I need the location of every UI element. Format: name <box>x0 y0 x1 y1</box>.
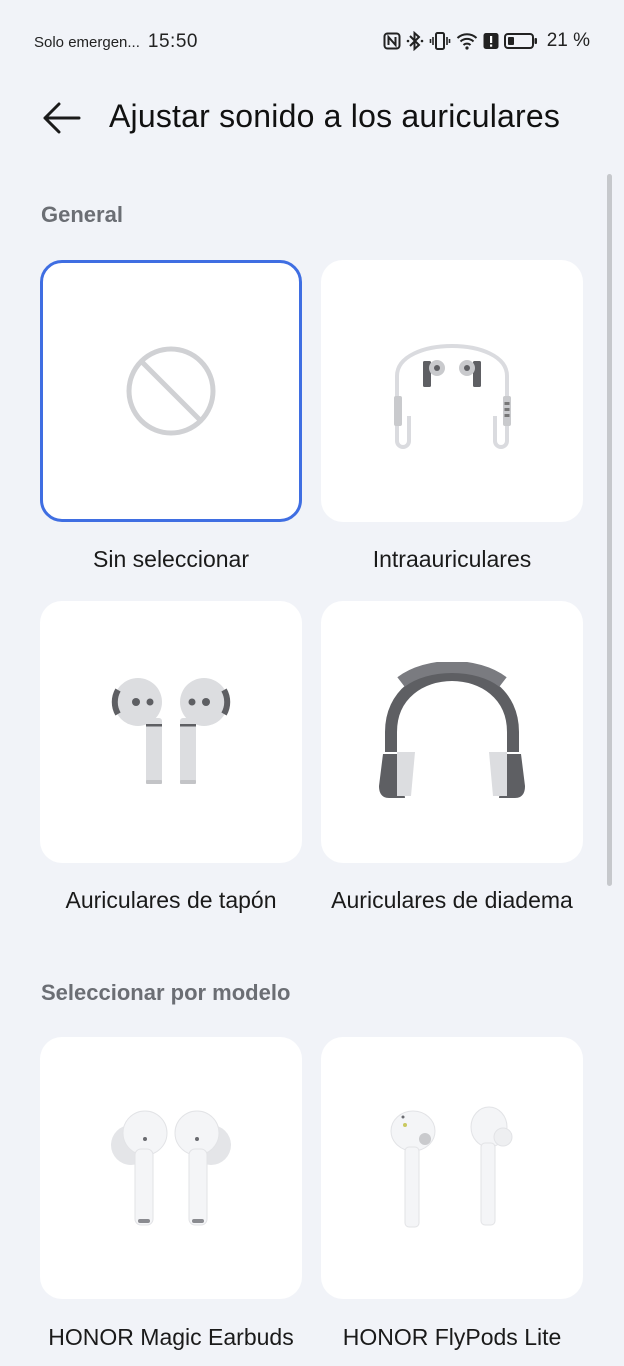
model-honor-magic-earbuds[interactable] <box>40 1037 302 1299</box>
battery-percent: 21 % <box>546 30 590 51</box>
option-label: Auriculares de diadema <box>331 887 573 913</box>
option-label: Auriculares de tapón <box>65 887 277 913</box>
option-label: Intraauriculares <box>372 546 532 572</box>
option-intraauriculares[interactable] <box>321 260 583 522</box>
app-bar: Ajustar sonido a los auriculares <box>0 84 624 154</box>
model-label: HONOR FlyPods Lite <box>342 1324 562 1350</box>
battery-icon <box>503 32 538 50</box>
option-auriculares-de-tapon[interactable] <box>40 601 302 863</box>
nfc-icon <box>383 32 401 50</box>
alert-icon <box>483 32 499 50</box>
model-honor-flypods-lite[interactable] <box>321 1037 583 1299</box>
status-bar: Solo emergen... 15:50 21 % <box>0 0 624 84</box>
clock-text: 15:50 <box>147 31 198 52</box>
earbuds-icon <box>111 678 231 784</box>
headband-headphones-icon <box>379 662 525 798</box>
scrollbar[interactable] <box>607 174 612 886</box>
honor-magic-earbuds-icon <box>111 1110 231 1226</box>
vibrate-icon <box>429 31 451 51</box>
no-selection-icon <box>126 346 216 436</box>
back-button[interactable] <box>38 98 84 138</box>
option-auriculares-de-diadema[interactable] <box>321 601 583 863</box>
in-ear-wired-icon <box>394 344 511 449</box>
honor-flypods-lite-icon <box>390 1106 513 1228</box>
bluetooth-icon <box>406 31 424 51</box>
model-label: HONOR Magic Earbuds <box>48 1324 294 1350</box>
section-title-por-modelo: Seleccionar por modelo <box>41 980 291 1005</box>
section-title-general: General <box>41 202 123 227</box>
wifi-icon <box>456 32 478 50</box>
carrier-text: Solo emergen... <box>34 34 140 51</box>
arrow-left-icon <box>43 102 81 134</box>
page-title: Ajustar sonido a los auriculares <box>109 98 561 134</box>
option-sin-seleccionar[interactable] <box>40 260 302 522</box>
option-label: Sin seleccionar <box>93 546 249 572</box>
